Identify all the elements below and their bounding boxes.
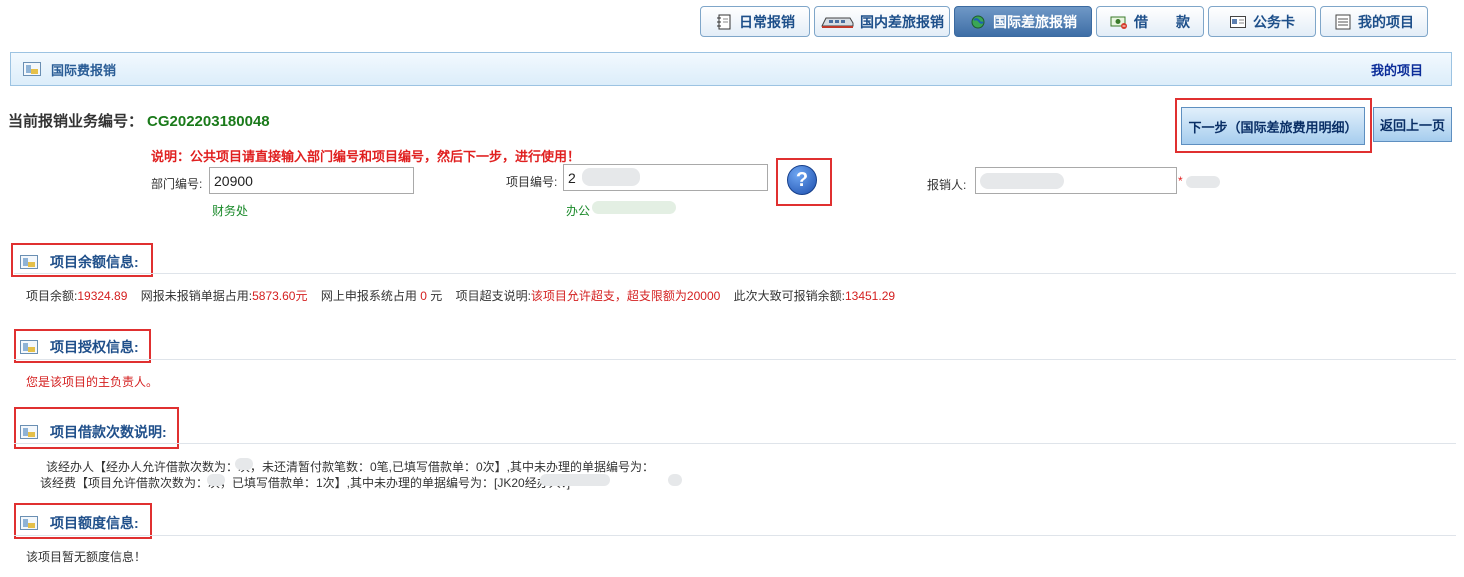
form-icon	[20, 516, 38, 530]
loan-line-1: 该经办人【经办人允许借款次数为：次，未还清暂付款笔数：0笔,已填写借款单：0次】…	[46, 460, 655, 474]
page-title: 国际费报销	[23, 60, 116, 79]
notice-text: 说明：公共项目请直接输入部门编号和项目编号，然后下一步，进行使用！	[151, 149, 581, 164]
form-icon	[20, 425, 38, 439]
loan-line-2: 该经费【项目允许借款次数为：次，已填写借款单：1次】,其中未办理的单据编号为：[…	[40, 476, 571, 490]
tab-daily-reimbursement[interactable]: 日常报销	[700, 6, 810, 37]
reimburser-label: 报销人:	[927, 178, 967, 192]
overdraft-value: 该项目允许超支，超支限额为20000	[530, 289, 721, 303]
dept-name: 财务处	[212, 204, 249, 218]
redacted-field	[207, 474, 225, 486]
back-button[interactable]: 返回上一页	[1373, 107, 1452, 142]
unpaid-value: 5873.60元	[252, 289, 308, 303]
loan-icon	[1110, 14, 1128, 30]
quota-text: 该项目暂无额度信息！	[26, 550, 147, 564]
divider	[14, 359, 1456, 360]
auth-text: 您是该项目的主负责人。	[26, 375, 159, 389]
notebook-icon	[715, 14, 733, 30]
section-auth-title: 项目授权信息:	[20, 337, 139, 357]
divider	[14, 535, 1456, 536]
divider	[14, 273, 1456, 274]
form-icon	[23, 62, 41, 76]
redacted-field	[1186, 176, 1220, 188]
balance-info: 项目余额:19324.89 网报未报销单据占用:5873.60元 网上申报系统占…	[26, 289, 896, 303]
available-value: 13451.29	[844, 289, 896, 303]
redacted-field	[235, 458, 253, 470]
page-title-bar: 国际费报销 我的项目	[10, 52, 1452, 86]
business-number-value: CG202203180048	[147, 113, 270, 130]
project-name: 办公	[566, 204, 591, 218]
tab-domestic-travel[interactable]: 国内差旅报销	[814, 6, 950, 37]
divider	[14, 443, 1456, 444]
redacted-project-name	[592, 201, 676, 214]
form-icon	[20, 255, 38, 269]
tab-international-travel[interactable]: 国际差旅报销	[954, 6, 1092, 37]
project-label: 项目编号:	[506, 175, 558, 189]
tab-official-card[interactable]: 公务卡	[1208, 6, 1316, 37]
dept-number-input[interactable]	[209, 167, 414, 194]
balance-value: 19324.89	[77, 289, 128, 303]
tab-my-projects[interactable]: 我的项目	[1320, 6, 1428, 37]
list-icon	[1334, 14, 1352, 30]
dept-label: 部门编号:	[151, 177, 203, 191]
section-loan-title: 项目借款次数说明:	[20, 422, 167, 442]
next-step-button[interactable]: 下一步（国际差旅费用明细）	[1181, 107, 1365, 145]
online-value: 0	[420, 289, 427, 303]
help-icon[interactable]: ?	[787, 165, 817, 195]
train-icon	[820, 14, 854, 30]
business-number: 当前报销业务编号： CG202203180048	[8, 113, 270, 130]
required-mark: *	[1178, 174, 1183, 188]
redacted-field	[540, 474, 610, 486]
redacted-reimburser	[980, 173, 1064, 189]
redacted-project-number	[582, 168, 640, 186]
tab-loan[interactable]: 借 款	[1096, 6, 1204, 37]
redacted-field	[668, 474, 682, 486]
section-quota-title: 项目额度信息:	[20, 513, 139, 533]
section-balance-title: 项目余额信息:	[20, 252, 139, 272]
my-projects-link[interactable]: 我的项目	[1371, 60, 1423, 79]
top-tabs: 日常报销 国内差旅报销 国际差旅报销 借 款 公务卡 我的项目	[700, 6, 1428, 37]
globe-icon	[969, 14, 987, 30]
card-icon	[1229, 14, 1247, 30]
form-icon	[20, 340, 38, 354]
